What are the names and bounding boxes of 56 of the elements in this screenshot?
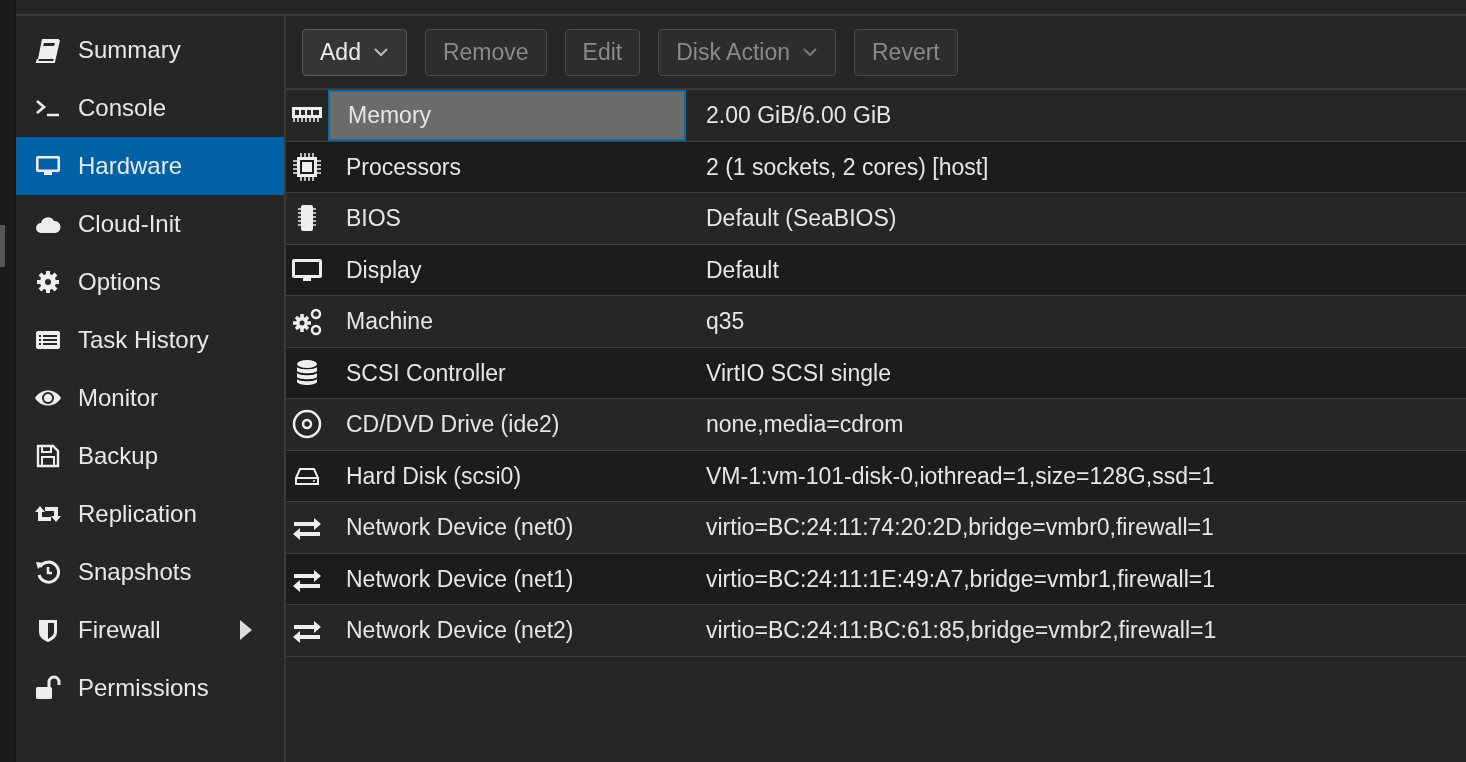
table-cell-text: Default (SeaBIOS) bbox=[705, 204, 898, 233]
sidebar-item[interactable]: Monitor bbox=[16, 369, 284, 427]
sidebar-item[interactable]: Firewall bbox=[16, 601, 284, 659]
table-cell-text: virtio=BC:24:11:74:20:2D,bridge=vmbr0,firewall=1 bbox=[705, 513, 1215, 542]
table-row[interactable]: SCSI Controller VirtIO SCSI single bbox=[286, 347, 1466, 399]
table-cell-text: Display bbox=[345, 255, 423, 285]
scrollbar-thumb[interactable] bbox=[0, 225, 5, 267]
table-row[interactable]: Display Default bbox=[286, 244, 1466, 296]
table-cell-text: VM-1:vm-101-disk-0,iothread=1,size=128G,ssd=1 bbox=[705, 461, 1216, 491]
caret-icon bbox=[802, 47, 818, 57]
table-cell-text: virtio=BC:24:11:1E:49:A7,bridge=vmbr1,firewall=1 bbox=[705, 564, 1217, 594]
disc-icon bbox=[290, 409, 324, 440]
sidebar-item[interactable]: Replication bbox=[16, 485, 284, 543]
gears-icon bbox=[290, 306, 324, 337]
sidebar-item[interactable]: Console bbox=[16, 79, 284, 137]
sidebar-item[interactable]: Task History bbox=[16, 311, 284, 369]
history-icon bbox=[34, 558, 62, 586]
sidebar-item[interactable]: Options bbox=[16, 253, 284, 311]
table-cell-text: Hard Disk (scsi0) bbox=[345, 461, 523, 491]
sidebar-item[interactable]: Cloud-Init bbox=[16, 195, 284, 253]
table-cell-text: 2.00 GiB/6.00 GiB bbox=[705, 101, 893, 130]
caret-icon bbox=[372, 47, 389, 57]
table-cell-text: virtio=BC:24:11:BC:61:85,bridge=vmbr2,firewall=1 bbox=[705, 616, 1218, 645]
table-cell-text: Machine bbox=[345, 307, 434, 336]
table-row[interactable]: Hard Disk (scsi0) VM-1:vm-101-disk-0,iothread=1,size=128G,ssd=1 bbox=[286, 450, 1466, 502]
table-cell-text: Network Device (net1) bbox=[345, 564, 575, 594]
sidebar-item[interactable]: Snapshots bbox=[16, 543, 284, 601]
table-cell-text: Processors bbox=[345, 152, 463, 182]
toolbar-button[interactable]: Add bbox=[302, 28, 407, 76]
sidebar-item[interactable]: Permissions bbox=[16, 659, 284, 717]
table-cell-text: VirtIO SCSI single bbox=[705, 358, 892, 388]
sidebar-item[interactable]: Hardware bbox=[16, 137, 284, 195]
chip-icon bbox=[290, 151, 324, 182]
table-cell-text: Network Device (net0) bbox=[345, 513, 575, 542]
sidebar-item[interactable]: Backup bbox=[16, 427, 284, 485]
unlocked-padlock-icon bbox=[34, 674, 62, 702]
table-row[interactable]: Machine q35 bbox=[286, 296, 1466, 348]
table-row[interactable]: Network Device (net1) virtio=BC:24:11:1E:49:A7,bridge=vmbr1,firewall=1 bbox=[286, 553, 1466, 605]
table-cell-text: 2 (1 sockets, 2 cores) [host] bbox=[705, 152, 990, 182]
table-row[interactable]: CD/DVD Drive (ide2) none,media=cdrom bbox=[286, 399, 1466, 451]
book-icon bbox=[34, 36, 62, 64]
table-row[interactable]: Network Device (net0) virtio=BC:24:11:74:20:2D,bridge=vmbr0,firewall=1 bbox=[286, 502, 1466, 554]
table-cell: Memory bbox=[328, 90, 686, 141]
table-row[interactable]: BIOS Default (SeaBIOS) bbox=[286, 193, 1466, 245]
table-cell-text: Network Device (net2) bbox=[345, 616, 575, 645]
table-cell-text: none,media=cdrom bbox=[705, 410, 905, 439]
table-cell-text: SCSI Controller bbox=[345, 358, 507, 388]
table-row[interactable]: Network Device (net2) virtio=BC:24:11:BC:61:85,bridge=vmbr2,firewall=1 bbox=[286, 605, 1466, 657]
table-cell-text: q35 bbox=[705, 307, 746, 336]
gear-icon bbox=[34, 268, 62, 296]
table-cell-text: CD/DVD Drive (ide2) bbox=[345, 410, 561, 439]
table-cell-text: Default bbox=[705, 255, 780, 285]
table-cell-text: BIOS bbox=[345, 204, 402, 233]
sidebar-item[interactable]: Summary bbox=[16, 21, 284, 79]
table-row[interactable]: Memory 2.00 GiB/6.00 GiB bbox=[286, 90, 1466, 142]
table-row[interactable]: Processors 2 (1 sockets, 2 cores) [host] bbox=[286, 141, 1466, 193]
